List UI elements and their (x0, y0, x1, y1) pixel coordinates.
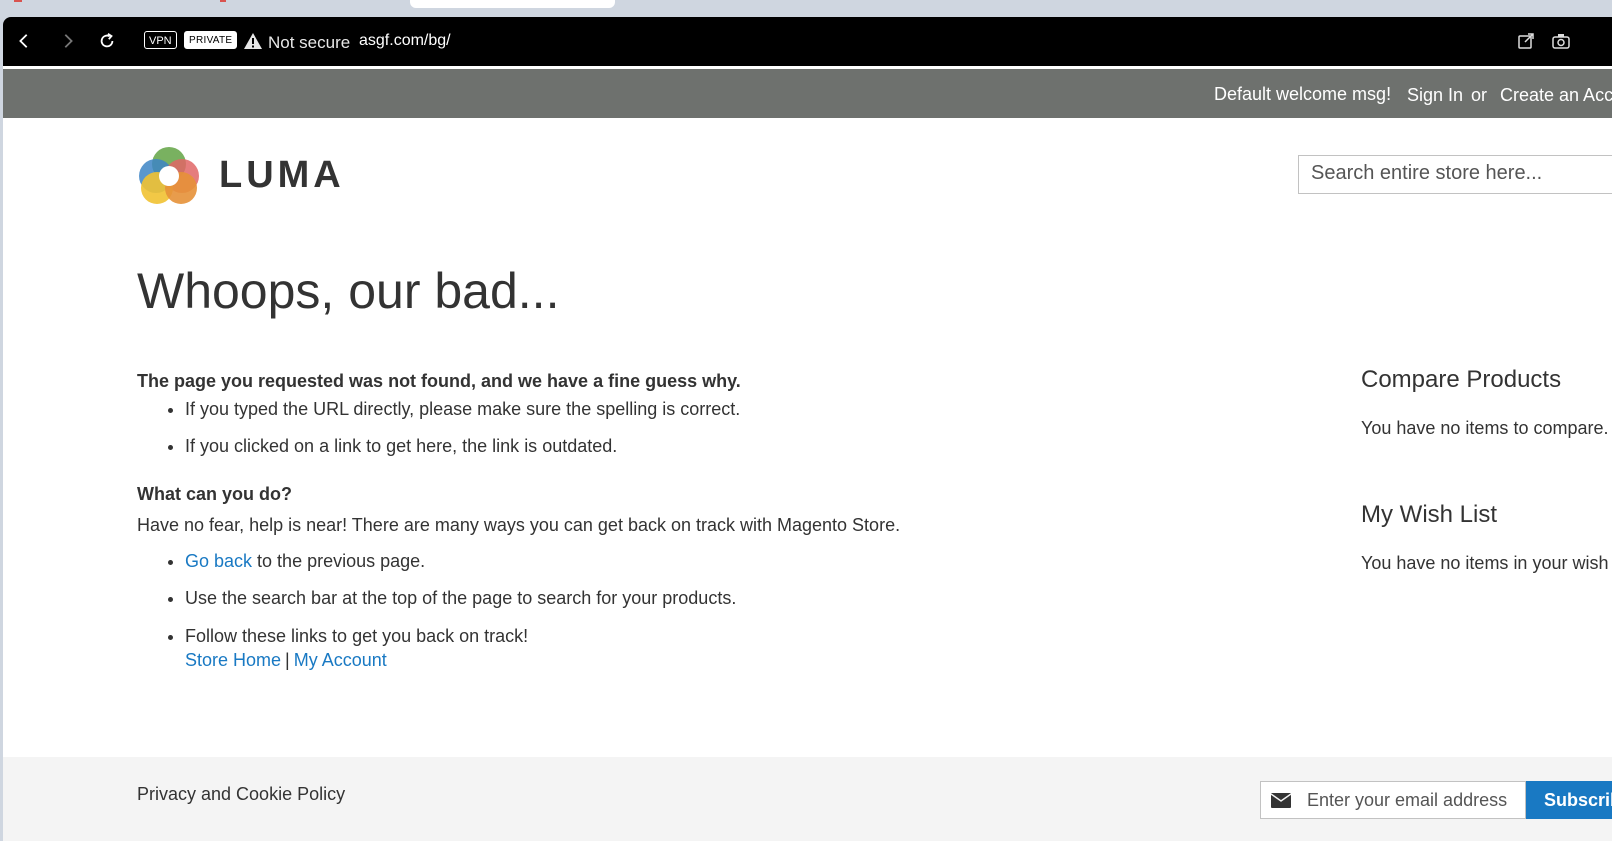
reasons-list: If you typed the URL directly, please ma… (137, 391, 1037, 465)
search-box[interactable] (1298, 155, 1612, 194)
warning-icon[interactable] (243, 32, 263, 50)
luma-logo[interactable]: LUMA (137, 144, 357, 208)
tab-indicator (220, 0, 226, 2)
go-back-link[interactable]: Go back (185, 551, 252, 571)
what-can-you-do-heading: What can you do? (137, 484, 292, 504)
store-home-link[interactable]: Store Home (185, 650, 281, 670)
envelope-icon (1271, 793, 1291, 808)
follow-links-text: Follow these links to get you back on tr… (185, 626, 529, 646)
email-input[interactable] (1305, 789, 1519, 812)
logo-wordmark: LUMA (219, 154, 345, 196)
luma-logo-icon (139, 147, 199, 204)
active-tab[interactable] (410, 0, 615, 8)
camera-icon[interactable] (1552, 32, 1570, 50)
help-list: Go back to the previous page. Use the se… (137, 543, 1037, 672)
my-account-link[interactable]: My Account (294, 650, 387, 670)
help-text: Have no fear, help is near! There are ma… (137, 515, 901, 535)
address-bar[interactable]: asgf.com/bg/ (359, 32, 451, 50)
sign-in-link[interactable]: Sign In (1407, 85, 1463, 106)
link-separator: | (285, 650, 290, 670)
private-badge: PRIVATE (184, 31, 238, 49)
go-back-text: to the previous page. (252, 551, 426, 571)
welcome-message: Default welcome msg! (1214, 84, 1392, 104)
compare-products-title: Compare Products (1361, 366, 1562, 393)
browser-toolbar: VPN PRIVATE Not secure asgf.com/bg/ (3, 17, 1612, 66)
wishlist-text: You have no items in your wish list. (1361, 553, 1612, 573)
security-status[interactable]: Not secure (268, 33, 350, 53)
back-button[interactable] (13, 30, 35, 52)
create-account-link[interactable]: Create an Account (1500, 85, 1612, 106)
main-content: The page you requested was not found, an… (137, 368, 1037, 672)
back-arrow-icon (19, 34, 28, 48)
subscribe-button[interactable]: Subscribe (1526, 781, 1612, 819)
reload-icon (100, 33, 114, 48)
search-input[interactable] (1311, 162, 1611, 185)
vpn-badge[interactable]: VPN (144, 31, 177, 49)
tab-indicator (14, 0, 22, 2)
list-item: If you clicked on a link to get here, th… (185, 428, 1037, 465)
list-item: If you typed the URL directly, please ma… (185, 391, 1037, 428)
wishlist-title: My Wish List (1361, 501, 1498, 528)
list-item: Follow these links to get you back on tr… (185, 617, 1037, 672)
forward-button[interactable] (57, 30, 79, 52)
web-page: Default welcome msg! Sign In or Create a… (3, 66, 1612, 841)
reload-button[interactable] (96, 30, 118, 52)
forward-arrow-icon (64, 34, 73, 48)
privacy-policy-link[interactable]: Privacy and Cookie Policy (137, 784, 345, 805)
compare-products-text: You have no items to compare. (1361, 418, 1609, 438)
panel-header: Default welcome msg! Sign In or Create a… (3, 69, 1612, 118)
footer: Privacy and Cookie Policy Subscribe (3, 757, 1612, 841)
newsletter-field[interactable] (1260, 781, 1526, 819)
browser-tab-strip (0, 0, 1612, 17)
share-icon[interactable] (1517, 32, 1535, 50)
sidebar: Compare Products You have no items to co… (1361, 366, 1612, 574)
list-item: Go back to the previous page. (185, 543, 1037, 580)
or-text: or (1471, 85, 1488, 105)
page-title: Whoops, our bad... (137, 263, 560, 319)
list-item: Use the search bar at the top of the pag… (185, 580, 1037, 617)
